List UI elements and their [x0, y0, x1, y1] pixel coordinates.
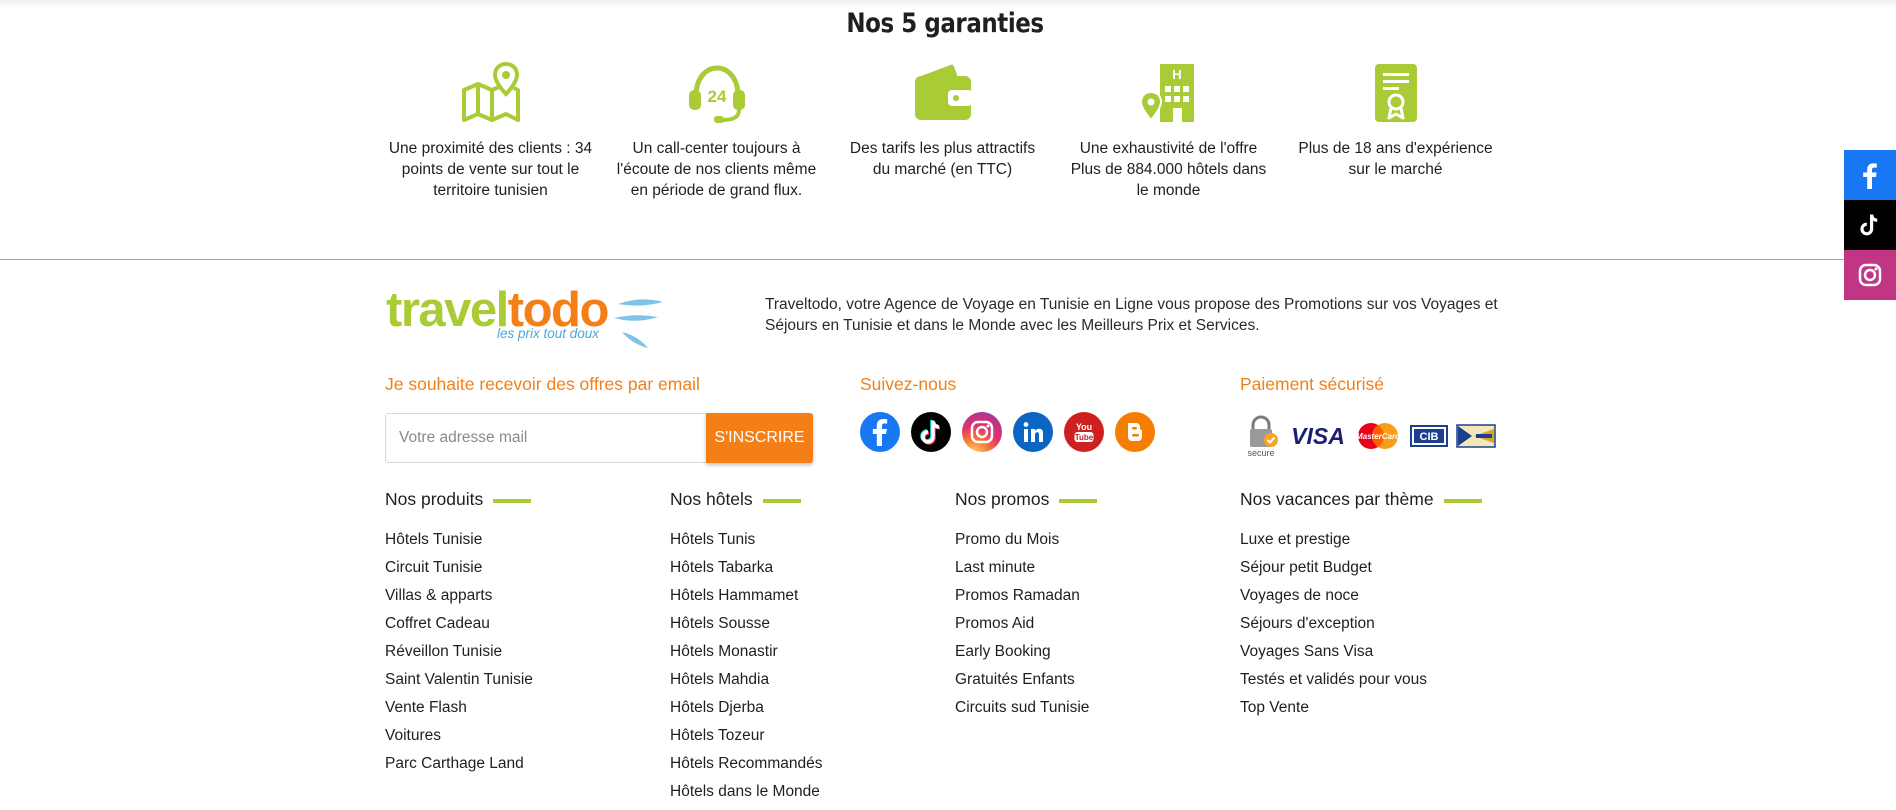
newsletter-email-input[interactable] [385, 413, 707, 463]
themes-column: Nos vacances par thème Luxe et prestige … [1240, 489, 1500, 722]
guarantee-text: Un call-center toujours à l'écoute de no… [616, 140, 817, 199]
svg-text:You: You [1076, 422, 1092, 432]
footer-link[interactable]: Circuit Tunisie [385, 554, 645, 582]
footer-link[interactable]: Top Vente [1240, 694, 1500, 722]
footer-link[interactable]: Coffret Cadeau [385, 610, 645, 638]
mastercard-logo: MasterCard [1356, 423, 1401, 449]
footer-link[interactable]: Gratuités Enfants [955, 666, 1215, 694]
subscribe-button[interactable]: S'INSCRIRE [706, 413, 813, 463]
title-underline [1059, 499, 1098, 503]
traveltodo-logo[interactable]: traveltodo les prix tout doux [386, 284, 662, 350]
guarantee-text: Une proximité des clients : 34 points de… [388, 140, 593, 199]
facebook-icon [1863, 163, 1877, 189]
footer-link[interactable]: Hôtels Hammamet [670, 582, 930, 610]
footer-link[interactable]: Early Booking [955, 638, 1215, 666]
footer-link[interactable]: Hôtels Tozeur [670, 722, 930, 750]
guarantee-item: H Une exhaustivité de l'offre Plus de 88… [1066, 62, 1271, 201]
svg-text:24: 24 [707, 87, 726, 106]
footer-link[interactable]: Promos Ramadan [955, 582, 1215, 610]
footer-link[interactable]: Saint Valentin Tunisie [385, 666, 645, 694]
guarantee-text: Des tarifs les plus attractifs du marché… [849, 140, 1036, 178]
social-title: Suivez-nous [860, 374, 957, 394]
footer-link[interactable]: Hôtels Monastir [670, 638, 930, 666]
payment-logos: secure VISA MasterCard CIB [1244, 414, 1496, 458]
column-title: Nos promos [955, 489, 1215, 510]
about-text: Traveltodo, votre Agence de Voyage en Tu… [765, 296, 1498, 334]
logo-swoosh [618, 299, 662, 306]
guarantee-item: Plus de 18 ans d'expérience sur le march… [1293, 62, 1498, 180]
secure-lock-icon: secure [1247, 415, 1278, 458]
guarantee-text: Plus de 18 ans d'expérience sur le march… [1298, 140, 1493, 178]
side-instagram-button[interactable] [1844, 250, 1896, 300]
column-title: Nos vacances par thème [1240, 489, 1500, 510]
footer-link[interactable]: Réveillon Tunisie [385, 638, 645, 666]
title-underline [493, 499, 532, 503]
hotels-column: Nos hôtels Hôtels Tunis Hôtels Tabarka H… [670, 489, 930, 806]
footer-link[interactable]: Promos Aid [955, 610, 1215, 638]
footer-link[interactable]: Voyages Sans Visa [1240, 638, 1500, 666]
footer-link[interactable]: Séjours d'exception [1240, 610, 1500, 638]
cib-logo: CIB [1410, 425, 1448, 447]
tiktok-icon [1860, 214, 1878, 236]
guarantee-item: Des tarifs les plus attractifs du marché… [840, 62, 1045, 180]
visa-logo: VISA [1291, 423, 1345, 449]
footer-link[interactable]: Last minute [955, 554, 1215, 582]
social-links: You Tube [860, 412, 1155, 452]
footer-link[interactable]: Voyages de noce [1240, 582, 1500, 610]
svg-text:CIB: CIB [1420, 431, 1439, 443]
certificate-icon [1374, 64, 1417, 122]
title-underline [762, 499, 801, 503]
footer-link[interactable]: Hôtels Mahdia [670, 666, 930, 694]
map-pin-icon [461, 62, 520, 122]
footer-link[interactable]: Voitures [385, 722, 645, 750]
svg-text:secure: secure [1247, 448, 1274, 458]
edinar-card-logo [1456, 424, 1496, 448]
footer-link[interactable]: Hôtels Tunisie [385, 526, 645, 554]
side-tiktok-button[interactable] [1844, 200, 1896, 250]
side-facebook-button[interactable] [1844, 150, 1896, 200]
hotel-building-icon: H [1139, 64, 1194, 122]
footer-link[interactable]: Luxe et prestige [1240, 526, 1500, 554]
facebook-icon[interactable] [860, 412, 900, 452]
wallet-icon [914, 64, 972, 120]
footer-link[interactable]: Promo du Mois [955, 526, 1215, 554]
column-title: Nos produits [385, 489, 645, 510]
footer-link[interactable]: Circuits sud Tunisie [955, 694, 1215, 722]
products-column: Nos produits Hôtels Tunisie Circuit Tuni… [385, 489, 645, 778]
section-divider [0, 259, 1896, 260]
logo-tagline: les prix tout doux [497, 326, 600, 341]
payment-title: Paiement sécurisé [1240, 374, 1384, 394]
footer-link[interactable]: Hôtels dans le Monde [670, 778, 930, 806]
footer-link[interactable]: Vente Flash [385, 694, 645, 722]
youtube-icon[interactable]: You Tube [1064, 412, 1104, 452]
footer-link[interactable]: Villas & apparts [385, 582, 645, 610]
footer-link[interactable]: Testés et validés pour vous [1240, 666, 1500, 694]
promos-column: Nos promos Promo du Mois Last minute Pro… [955, 489, 1215, 722]
footer-link[interactable]: Hôtels Sousse [670, 610, 930, 638]
footer-link[interactable]: Parc Carthage Land [385, 750, 645, 778]
guarantee-text: Une exhaustivité de l'offre Plus de 884.… [1070, 140, 1267, 199]
instagram-icon[interactable] [962, 412, 1002, 452]
svg-text:H: H [1172, 67, 1181, 82]
title-underline [1443, 499, 1482, 503]
footer-link[interactable]: Hôtels Tabarka [670, 554, 930, 582]
svg-text:Tube: Tube [1075, 433, 1094, 442]
blogger-icon[interactable] [1115, 412, 1155, 452]
instagram-icon [1858, 263, 1882, 287]
top-shadow [0, 0, 1896, 8]
footer-link[interactable]: Hôtels Recommandés [670, 750, 930, 778]
svg-text:MasterCard: MasterCard [1356, 432, 1401, 441]
newsletter-title: Je souhaite recevoir des offres par emai… [385, 374, 700, 394]
headset-24-icon: 24 [688, 65, 745, 123]
footer-link[interactable]: Hôtels Tunis [670, 526, 930, 554]
guarantee-item: 24 Un call-center toujours à l'écoute de… [614, 62, 819, 201]
footer-link[interactable]: Hôtels Djerba [670, 694, 930, 722]
linkedin-icon[interactable] [1013, 412, 1053, 452]
footer-link[interactable]: Séjour petit Budget [1240, 554, 1500, 582]
tiktok-icon[interactable] [911, 412, 951, 452]
guarantees-title: Nos 5 garanties [846, 8, 1044, 39]
guarantee-item: Une proximité des clients : 34 points de… [388, 62, 593, 201]
svg-text:VISA: VISA [1291, 423, 1345, 449]
column-title: Nos hôtels [670, 489, 930, 510]
